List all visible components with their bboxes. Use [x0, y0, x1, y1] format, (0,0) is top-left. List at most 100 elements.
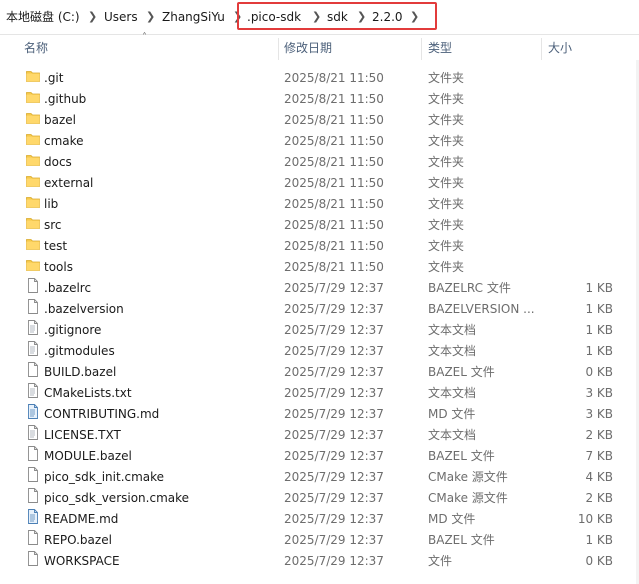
file-name: docs: [44, 155, 72, 169]
file-icon: [26, 551, 40, 572]
breadcrumb-item-drive[interactable]: 本地磁盘 (C:): [6, 9, 80, 25]
file-date: 2025/8/21 11:50: [284, 134, 384, 148]
file-date: 2025/7/29 12:37: [284, 512, 384, 526]
file-row[interactable]: src 2025/8/21 11:50 文件夹: [0, 215, 639, 236]
chevron-right-icon[interactable]: ❯: [88, 9, 97, 25]
column-divider[interactable]: [278, 38, 279, 60]
column-header-type[interactable]: 类型: [428, 34, 452, 60]
file-name: WORKSPACE: [44, 554, 120, 568]
breadcrumb-item-users[interactable]: Users: [104, 9, 138, 25]
breadcrumb-item-user[interactable]: ZhangSiYu: [162, 9, 225, 25]
chevron-right-icon[interactable]: ❯: [146, 9, 155, 25]
column-divider[interactable]: [421, 38, 422, 60]
file-type: 文本文档: [428, 386, 477, 400]
file-type: 文件夹: [428, 155, 465, 169]
file-row[interactable]: REPO.bazel 2025/7/29 12:37 BAZEL 文件 1 KB: [0, 530, 639, 551]
file-row[interactable]: WORKSPACE 2025/7/29 12:37 文件 0 KB: [0, 551, 639, 572]
file-date: 2025/7/29 12:37: [284, 407, 384, 421]
file-date: 2025/8/21 11:50: [284, 239, 384, 253]
file-date: 2025/8/21 11:50: [284, 71, 384, 85]
file-type: 文件夹: [428, 113, 465, 127]
folder-icon: [26, 131, 40, 152]
file-date: 2025/7/29 12:37: [284, 365, 384, 379]
file-date: 2025/7/29 12:37: [284, 449, 384, 463]
column-divider[interactable]: [541, 38, 542, 60]
file-name: .bazelversion: [44, 302, 124, 316]
file-name: pico_sdk_version.cmake: [44, 491, 190, 505]
file-row[interactable]: .bazelversion 2025/7/29 12:37 BAZELVERSION…: [0, 299, 639, 320]
file-type: 文本文档: [428, 428, 477, 442]
file-row[interactable]: test 2025/8/21 11:50 文件夹: [0, 236, 639, 257]
file-row[interactable]: LICENSE.TXT 2025/7/29 12:37 文本文档 2 KB: [0, 425, 639, 446]
file-name: BUILD.bazel: [44, 365, 117, 379]
column-header-date[interactable]: 修改日期: [284, 34, 332, 60]
file-size: 0 KB: [585, 554, 613, 568]
file-row[interactable]: cmake 2025/8/21 11:50 文件夹: [0, 131, 639, 152]
text-file-icon: [26, 383, 40, 404]
file-date: 2025/8/21 11:50: [284, 197, 384, 211]
file-name: MODULE.bazel: [44, 449, 132, 463]
file-row[interactable]: README.md 2025/7/29 12:37 MD 文件 10 KB: [0, 509, 639, 530]
file-date: 2025/7/29 12:37: [284, 554, 384, 568]
file-type: BAZEL 文件: [428, 533, 495, 547]
file-row[interactable]: CMakeLists.txt 2025/7/29 12:37 文本文档 3 KB: [0, 383, 639, 404]
file-date: 2025/7/29 12:37: [284, 344, 384, 358]
file-row[interactable]: tools 2025/8/21 11:50 文件夹: [0, 257, 639, 278]
file-type: BAZELRC 文件: [428, 281, 511, 295]
file-row[interactable]: pico_sdk_version.cmake 2025/7/29 12:37 CMa…: [0, 488, 639, 509]
file-size: 3 KB: [585, 386, 613, 400]
file-name: .gitignore: [44, 323, 102, 337]
folder-icon: [26, 236, 40, 257]
column-header-name[interactable]: 名称: [24, 34, 48, 60]
file-type: 文本文档: [428, 344, 477, 358]
file-type: 文件夹: [428, 92, 465, 106]
markdown-file-icon: [26, 404, 40, 425]
file-type: 文件夹: [428, 239, 465, 253]
breadcrumb: 本地磁盘 (C:) ❯ Users ❯ ZhangSiYu ❯ .pico-sd…: [0, 0, 639, 35]
file-type: 文件夹: [428, 176, 465, 190]
file-type: MD 文件: [428, 407, 476, 421]
column-header-size[interactable]: 大小: [548, 34, 572, 60]
folder-icon: [26, 152, 40, 173]
file-name: REPO.bazel: [44, 533, 112, 547]
file-type: 文件: [428, 554, 453, 568]
file-row[interactable]: BUILD.bazel 2025/7/29 12:37 BAZEL 文件 0 KB: [0, 362, 639, 383]
file-type: 文件夹: [428, 260, 465, 274]
file-name: .bazelrc: [44, 281, 92, 295]
file-row[interactable]: bazel 2025/8/21 11:50 文件夹: [0, 110, 639, 131]
file-name: tools: [44, 260, 73, 274]
file-row[interactable]: .bazelrc 2025/7/29 12:37 BAZELRC 文件 1 KB: [0, 278, 639, 299]
text-file-icon: [26, 341, 40, 362]
file-date: 2025/7/29 12:37: [284, 386, 384, 400]
file-row[interactable]: lib 2025/8/21 11:50 文件夹: [0, 194, 639, 215]
file-icon: [26, 278, 40, 299]
file-row[interactable]: CONTRIBUTING.md 2025/7/29 12:37 MD 文件 3 KB: [0, 404, 639, 425]
file-icon: [26, 488, 40, 509]
file-type: CMake 源文件: [428, 470, 508, 484]
file-row[interactable]: external 2025/8/21 11:50 文件夹: [0, 173, 639, 194]
file-date: 2025/7/29 12:37: [284, 323, 384, 337]
file-date: 2025/7/29 12:37: [284, 302, 384, 316]
file-date: 2025/7/29 12:37: [284, 491, 384, 505]
folder-icon: [26, 215, 40, 236]
file-row[interactable]: .github 2025/8/21 11:50 文件夹: [0, 89, 639, 110]
file-row[interactable]: .git 2025/8/21 11:50 文件夹: [0, 68, 639, 89]
file-size: 2 KB: [585, 491, 613, 505]
file-row[interactable]: pico_sdk_init.cmake 2025/7/29 12:37 CMake …: [0, 467, 639, 488]
file-row[interactable]: MODULE.bazel 2025/7/29 12:37 BAZEL 文件 7 KB: [0, 446, 639, 467]
folder-icon: [26, 257, 40, 278]
text-file-icon: [26, 320, 40, 341]
file-size: 1 KB: [585, 281, 613, 295]
file-row[interactable]: docs 2025/8/21 11:50 文件夹: [0, 152, 639, 173]
file-type: CMake 源文件: [428, 491, 508, 505]
file-date: 2025/7/29 12:37: [284, 428, 384, 442]
file-icon: [26, 446, 40, 467]
file-row[interactable]: .gitignore 2025/7/29 12:37 文本文档 1 KB: [0, 320, 639, 341]
file-size: 7 KB: [585, 449, 613, 463]
folder-icon: [26, 89, 40, 110]
file-name: pico_sdk_init.cmake: [44, 470, 165, 484]
file-size: 3 KB: [585, 407, 613, 421]
file-name: src: [44, 218, 62, 232]
file-date: 2025/8/21 11:50: [284, 260, 384, 274]
file-row[interactable]: .gitmodules 2025/7/29 12:37 文本文档 1 KB: [0, 341, 639, 362]
